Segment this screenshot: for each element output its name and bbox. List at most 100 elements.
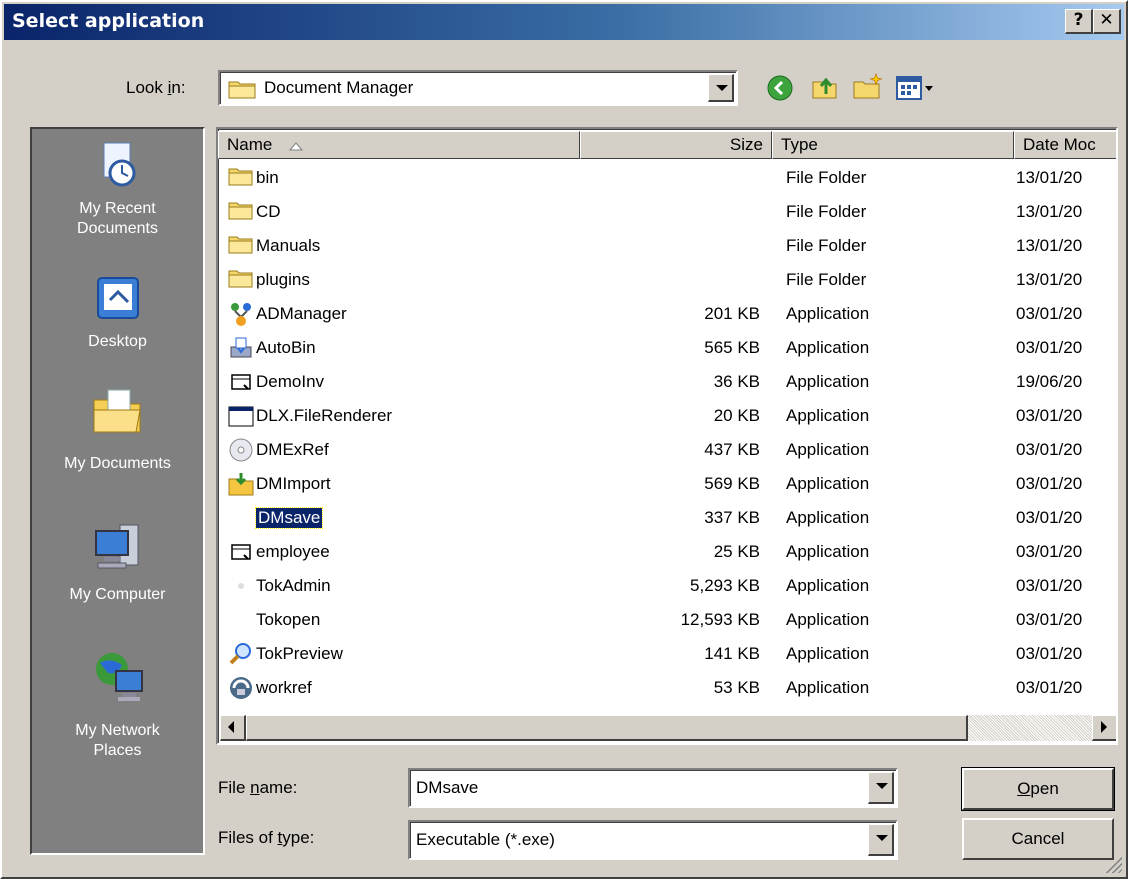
file-row[interactable]: CD File Folder 13/01/20 (220, 196, 1114, 229)
files-of-type-label: Files of type: (218, 828, 315, 847)
file-date-cell: 03/01/20 (1016, 610, 1083, 629)
file-row[interactable]: workref 53 KB Application 03/01/20 (220, 672, 1114, 705)
scroll-left-arrow-icon (228, 721, 234, 733)
file-type-cell: Application (786, 644, 870, 663)
scroll-right-button[interactable] (1092, 715, 1116, 741)
title-bar[interactable]: Select application ? ✕ (4, 4, 1124, 40)
cancel-button[interactable]: Cancel (962, 818, 1114, 860)
network-places-icon (32, 649, 203, 711)
my-documents-icon (32, 384, 203, 446)
file-type-cell: Application (786, 678, 870, 697)
file-size-cell: 25 KB (713, 542, 760, 561)
file-size-cell: 201 KB (704, 304, 760, 323)
file-size-cell: 12,593 KB (680, 610, 760, 629)
file-name-cell: plugins (228, 267, 310, 293)
file-date-cell: 13/01/20 (1016, 270, 1083, 289)
file-type-cell: Application (786, 474, 870, 493)
place-recent-documents[interactable]: My Recent Documents (32, 139, 203, 239)
places-bar: My Recent Documents Desktop My Documents… (30, 127, 205, 855)
open-button[interactable]: Open (961, 767, 1115, 811)
file-date-cell: 03/01/20 (1016, 576, 1083, 595)
file-row[interactable]: Tokopen 12,593 KB Application 03/01/20 (220, 604, 1114, 637)
place-network-places[interactable]: My Network Places (32, 649, 203, 761)
place-desktop[interactable]: Desktop (32, 272, 203, 352)
file-row[interactable]: AutoBin 565 KB Application 03/01/20 (220, 332, 1114, 365)
file-type-cell: File Folder (786, 202, 867, 221)
look-in-combobox[interactable]: Document Manager (218, 70, 738, 106)
file-type-cell: Application (786, 338, 870, 357)
select-application-dialog: Select application ? ✕ Look in: Document… (0, 0, 1128, 879)
column-header-size[interactable]: Size (580, 131, 772, 159)
horizontal-scrollbar[interactable] (220, 715, 1116, 741)
look-in-dropdown-arrow[interactable] (708, 74, 734, 102)
sort-ascending-icon (289, 133, 304, 158)
file-size-cell: 20 KB (713, 406, 760, 425)
file-name-input[interactable]: DMsave (416, 778, 478, 798)
scroll-left-button[interactable] (220, 715, 246, 741)
files-of-type-dropdown-arrow[interactable] (868, 824, 894, 856)
recent-documents-icon (32, 139, 203, 197)
desktop-icon (32, 272, 203, 330)
file-type-cell: Application (786, 508, 870, 527)
file-name-label: File name: (218, 778, 298, 797)
folder-icon (228, 165, 254, 191)
file-type-cell: Application (786, 576, 870, 595)
file-row[interactable]: plugins File Folder 13/01/20 (220, 264, 1114, 297)
file-type-cell: File Folder (786, 236, 867, 255)
files-of-type-combobox[interactable]: Executable (*.exe) (408, 820, 898, 860)
up-folder-icon[interactable] (810, 72, 840, 107)
close-button[interactable]: ✕ (1093, 9, 1121, 34)
my-computer-icon (32, 519, 203, 581)
column-header-type[interactable]: Type (772, 131, 1014, 159)
file-row[interactable]: TokAdmin 5,293 KB Application 03/01/20 (220, 570, 1114, 603)
file-row[interactable]: DLX.FileRenderer 20 KB Application 03/01/20 (220, 400, 1114, 433)
help-button[interactable]: ? (1065, 9, 1093, 34)
scroll-right-arrow-icon (1101, 721, 1107, 733)
files-of-type-value: Executable (*.exe) (416, 830, 555, 849)
file-type-cell: Application (786, 406, 870, 425)
new-folder-icon[interactable] (852, 72, 884, 107)
file-row[interactable]: DMsave 337 KB Application 03/01/20 (220, 502, 1114, 535)
file-type-cell: Application (786, 304, 870, 323)
file-date-cell: 03/01/20 (1016, 644, 1083, 663)
file-row[interactable]: employee 25 KB Application 03/01/20 (220, 536, 1114, 569)
file-type-cell: Application (786, 542, 870, 561)
file-size-cell: 565 KB (704, 338, 760, 357)
file-date-cell: 03/01/20 (1016, 508, 1083, 527)
file-size-cell: 53 KB (713, 678, 760, 697)
place-my-documents[interactable]: My Documents (32, 384, 203, 474)
file-name-cell: bin (228, 165, 279, 191)
file-row[interactable]: Manuals File Folder 13/01/20 (220, 230, 1114, 263)
back-icon[interactable] (766, 74, 794, 107)
file-type-cell: File Folder (786, 168, 867, 187)
file-row[interactable]: ADManager 201 KB Application 03/01/20 (220, 298, 1114, 331)
file-type-cell: Application (786, 610, 870, 629)
resize-grip[interactable] (1106, 857, 1122, 873)
file-row[interactable]: bin File Folder 13/01/20 (220, 162, 1114, 195)
file-row[interactable]: DMImport 569 KB Application 03/01/20 (220, 468, 1114, 501)
window-title: Select application (12, 10, 205, 32)
view-menu-icon[interactable] (895, 74, 935, 107)
file-size-cell: 5,293 KB (690, 576, 760, 595)
file-date-cell: 03/01/20 (1016, 304, 1083, 323)
place-my-computer[interactable]: My Computer (32, 519, 203, 605)
file-date-cell: 13/01/20 (1016, 168, 1083, 187)
file-date-cell: 13/01/20 (1016, 202, 1083, 221)
file-name-combobox[interactable]: DMsave (408, 768, 898, 808)
folder-icon (228, 267, 254, 293)
file-name-cell: Manuals (228, 233, 320, 259)
file-size-cell: 141 KB (704, 644, 760, 663)
column-header-date[interactable]: Date Moc (1014, 131, 1116, 159)
look-in-value: Document Manager (264, 78, 414, 97)
scroll-thumb[interactable] (246, 715, 968, 741)
column-header-name[interactable]: Name (218, 131, 580, 159)
file-size-cell: 569 KB (704, 474, 760, 493)
file-row[interactable]: TokPreview 141 KB Application 03/01/20 (220, 638, 1114, 671)
file-size-cell: 337 KB (704, 508, 760, 527)
folder-icon (228, 199, 254, 225)
file-row[interactable]: DemoInv 36 KB Application 19/06/20 (220, 366, 1114, 399)
file-name-dropdown-arrow[interactable] (868, 772, 894, 804)
file-date-cell: 03/01/20 (1016, 678, 1083, 697)
file-list[interactable]: Name Size Type Date Moc bin File Folder 13… (216, 127, 1118, 745)
file-row[interactable]: DMExRef 437 KB Application 03/01/20 (220, 434, 1114, 467)
